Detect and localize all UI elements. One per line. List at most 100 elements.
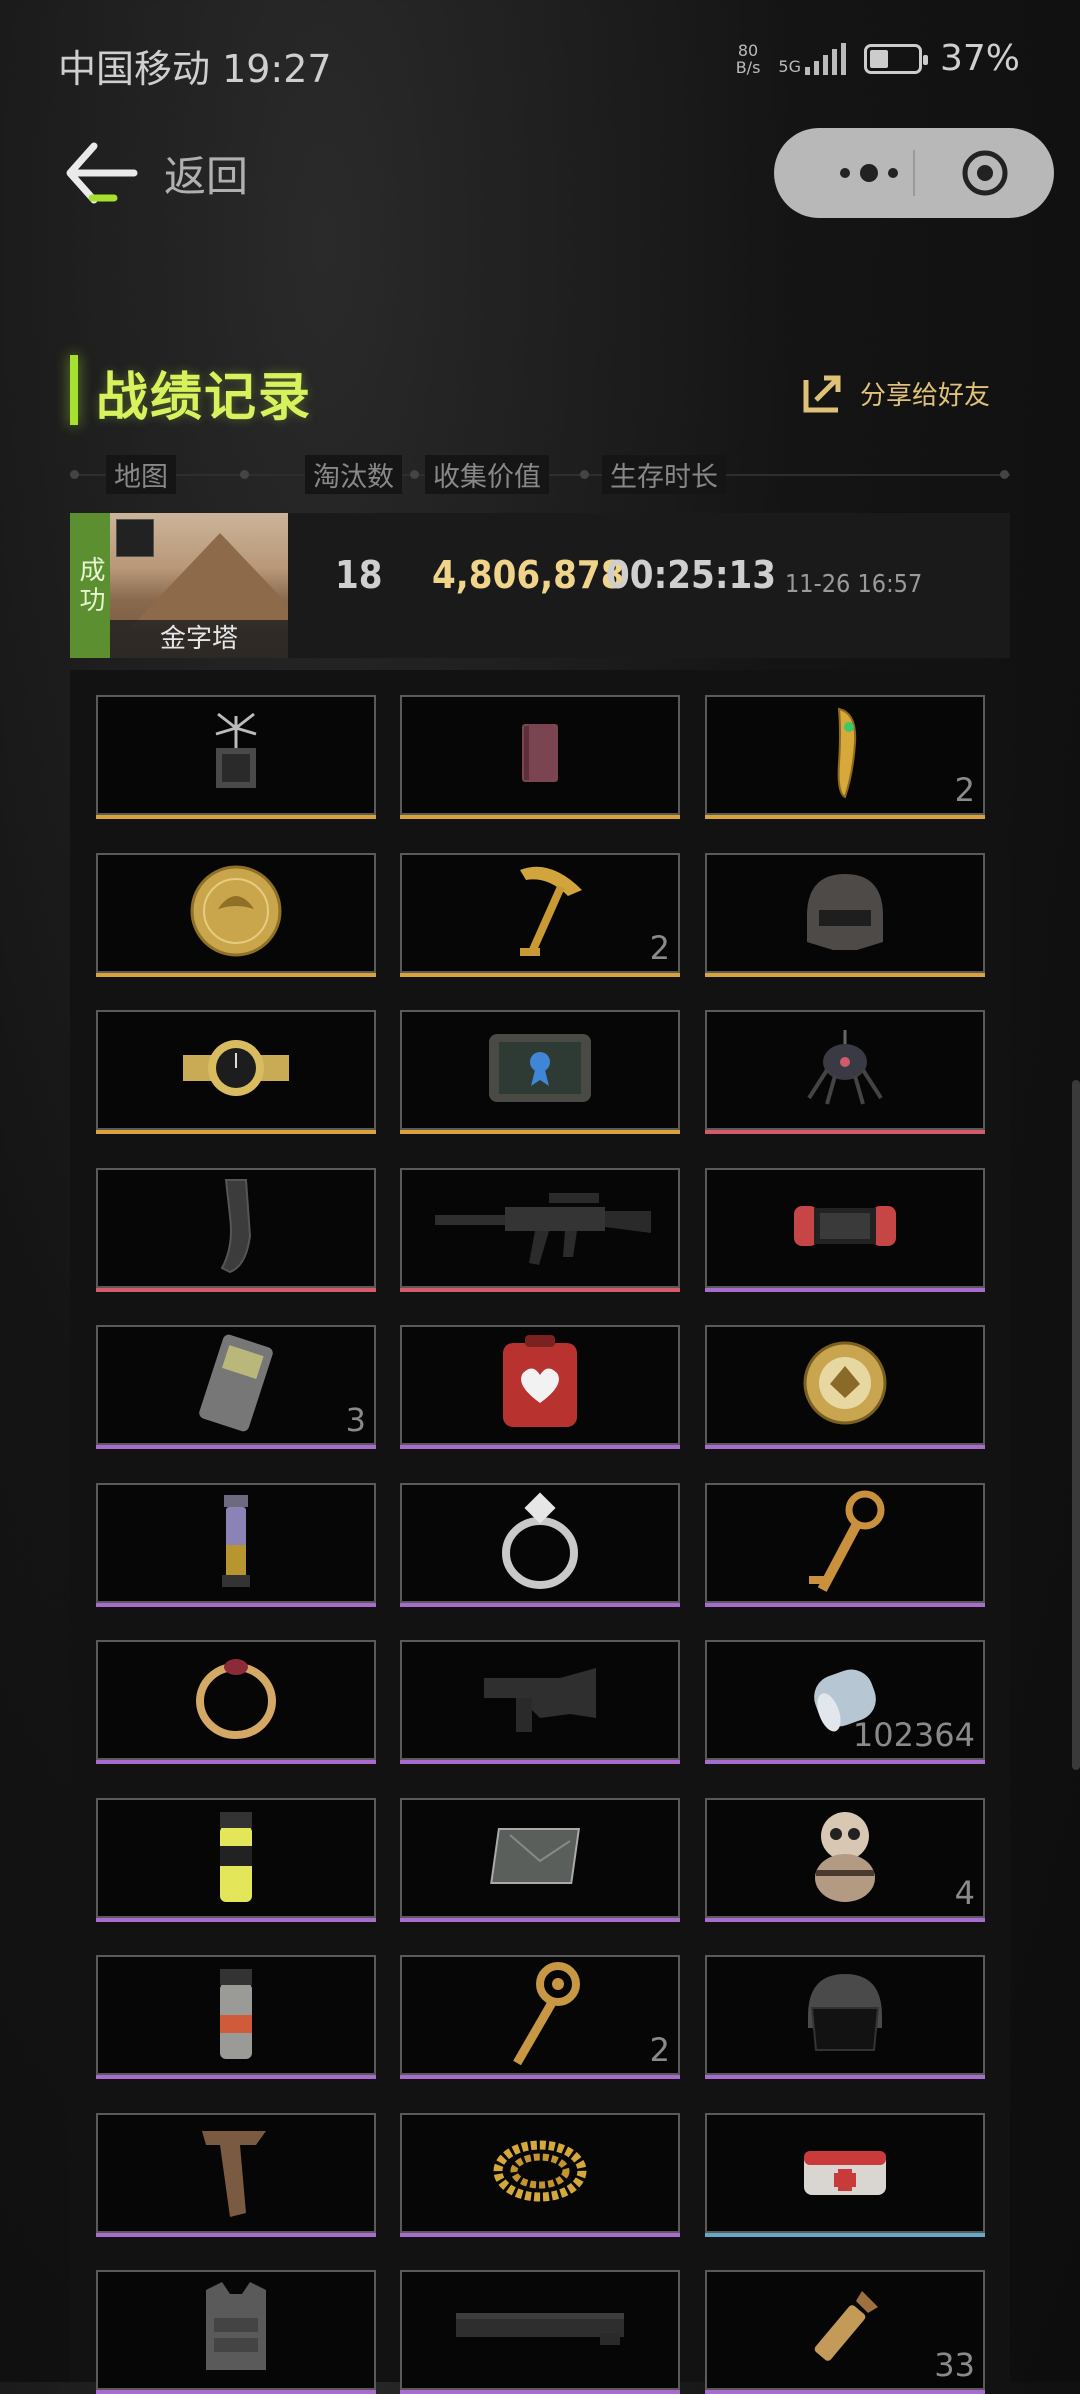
loot-item[interactable]: [400, 1797, 680, 1922]
loot-item[interactable]: [96, 1797, 376, 1922]
loot-item[interactable]: 4: [705, 1797, 985, 1922]
loot-item[interactable]: [96, 1167, 376, 1292]
signal-icon: 5G: [778, 42, 846, 75]
figurine-icon: [810, 1806, 880, 1910]
gold-chain-icon: [490, 2131, 590, 2215]
rarity-bar: [96, 2075, 376, 2079]
loot-item[interactable]: [96, 2112, 376, 2237]
loot-item[interactable]: [400, 2112, 680, 2237]
loot-item[interactable]: [705, 1325, 985, 1449]
loot-item[interactable]: 2: [705, 695, 985, 819]
eliminations-value: 18: [335, 553, 383, 597]
item-quantity: 102364: [852, 1716, 975, 1754]
glass-plate-icon: [490, 1821, 590, 1895]
handguard-rail-icon: [450, 2303, 630, 2357]
loot-item[interactable]: [400, 1010, 680, 1134]
loot-item[interactable]: 3: [96, 1325, 376, 1449]
loot-item[interactable]: [96, 1010, 376, 1134]
foregrip-icon: [196, 2121, 276, 2225]
rarity-bar: [96, 1917, 376, 1922]
loot-item[interactable]: [96, 1640, 376, 1764]
rarity-bar: [400, 1130, 680, 1134]
magazine-icon: [216, 1176, 256, 1280]
net-speed: 80 B/s: [735, 40, 761, 77]
loot-item[interactable]: 2: [400, 1955, 680, 2079]
rangefinder-icon: [196, 1333, 276, 1437]
rarity-bar: [705, 2075, 985, 2079]
defibrillator-icon: [495, 1333, 585, 1437]
loot-item[interactable]: [96, 852, 376, 977]
rarity-bar: [705, 1287, 985, 1292]
back-button[interactable]: 返回: [62, 140, 248, 206]
loot-item[interactable]: [705, 1167, 985, 1292]
survival-time: 00:25:13: [606, 553, 777, 597]
match-datetime: 11-26 16:57: [785, 569, 923, 598]
flashbang-icon: [206, 1963, 266, 2067]
result-badge: 成功: [70, 513, 110, 658]
loot-item[interactable]: [705, 1482, 985, 1607]
medal-coin-icon: [800, 1338, 890, 1432]
loot-item[interactable]: 33: [705, 2270, 985, 2394]
loot-item[interactable]: [400, 1482, 680, 1607]
column-headers: 地图 淘汰数 收集价值 生存时长: [70, 455, 1010, 495]
loot-item[interactable]: 102364: [705, 1640, 985, 1764]
round-key-icon: [490, 1958, 590, 2072]
rarity-bar: [96, 1760, 376, 1764]
item-quantity: 3: [345, 1401, 366, 1439]
loot-item[interactable]: [705, 1010, 985, 1134]
rarity-bar: [400, 815, 680, 819]
golden-amulet-icon: [825, 703, 865, 807]
item-quantity: 4: [954, 1873, 975, 1912]
rarity-bar: [96, 972, 376, 977]
loot-item[interactable]: [400, 1640, 680, 1764]
rarity-bar: [705, 2390, 985, 2394]
operator-icon: [116, 519, 154, 557]
item-quantity: 33: [934, 2346, 975, 2384]
golden-key-icon: [490, 856, 590, 970]
loot-item[interactable]: [96, 1955, 376, 2079]
rarity-bar: [705, 1602, 985, 1607]
rarity-bar: [96, 1445, 376, 1449]
share-icon: [803, 375, 841, 413]
carrier-time: 中国移动 19:27: [58, 47, 332, 91]
scrollbar[interactable]: [1072, 1080, 1080, 1770]
rarity-bar: [400, 1602, 680, 1607]
battery-icon: [863, 43, 928, 74]
body-armor-icon: [196, 2278, 276, 2382]
loot-item[interactable]: 2: [400, 852, 680, 977]
status-icons: 80 B/s 5G 37%: [736, 38, 1020, 79]
rarity-bar: [705, 1130, 985, 1134]
section-accent: [70, 355, 78, 425]
rarity-bar: [400, 972, 680, 977]
section-title: 战绩记录: [96, 368, 313, 428]
rarity-bar: [400, 1445, 680, 1449]
loot-item[interactable]: [400, 695, 680, 819]
match-record-row[interactable]: 成功 金字塔 18 4,806,878 00:25:13 11-26 16:57: [70, 513, 1010, 658]
rarity-bar: [400, 1917, 680, 1922]
assault-rifle-icon: [425, 1181, 655, 1275]
map-thumbnail: 金字塔: [110, 513, 288, 658]
loot-item[interactable]: [96, 695, 376, 819]
loot-item[interactable]: [96, 2270, 376, 2394]
spider-drone-device-icon: [196, 708, 276, 802]
column-survival-time: 生存时长: [602, 455, 726, 494]
loot-item[interactable]: [400, 1325, 680, 1449]
loot-item[interactable]: [400, 2270, 680, 2394]
rarity-bar: [96, 1130, 376, 1134]
more-button[interactable]: [814, 160, 924, 186]
loot-item[interactable]: [705, 1955, 985, 2079]
item-quantity: 2: [954, 771, 975, 809]
status-bar: 中国移动 19:27 80 B/s 5G 37%: [0, 0, 1080, 120]
column-value: 收集价值: [425, 455, 549, 494]
loot-item[interactable]: [96, 1482, 376, 1607]
loot-item[interactable]: [400, 1167, 680, 1292]
loot-item[interactable]: [705, 2112, 985, 2237]
loot-item[interactable]: [705, 852, 985, 977]
rarity-bar: [96, 1602, 376, 1607]
share-button[interactable]: 分享给好友: [800, 370, 990, 416]
tablet-certificate-icon: [485, 1028, 595, 1112]
close-miniprogram-icon[interactable]: [960, 148, 1010, 198]
wristwatch-icon: [181, 1033, 291, 1107]
item-quantity: 2: [649, 2031, 670, 2069]
collected-value: 4,806,878: [432, 553, 625, 597]
